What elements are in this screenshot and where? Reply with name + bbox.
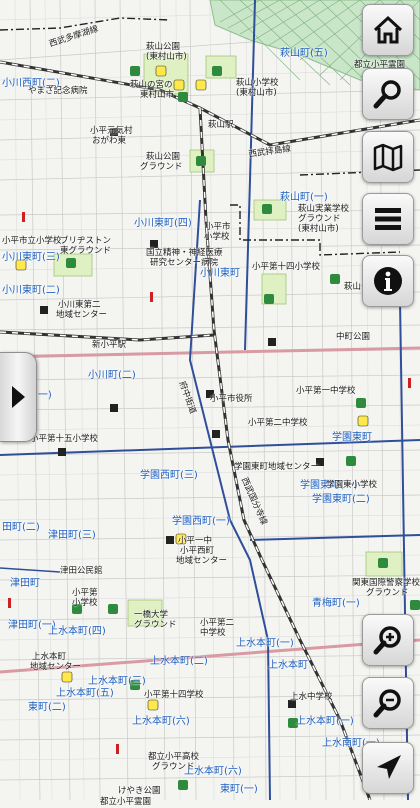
facility-label: 津田公民館 [60, 566, 103, 576]
district-label: 萩山町(五) [280, 48, 328, 59]
district-label: 東町(一) [220, 784, 258, 795]
facility-label: (東村山市) [298, 224, 339, 234]
facility-label: 上水中学校 [290, 692, 333, 702]
facility-label: 学園東町地域センター [234, 462, 320, 472]
facility-label: 地域センター [56, 310, 108, 320]
home-button[interactable] [362, 4, 414, 56]
facility-label: 東村山市 [140, 90, 175, 100]
facility-label: 地域センター [30, 662, 82, 672]
facility-label: グラウンド [140, 162, 183, 172]
district-label: 学園東町(二) [312, 494, 370, 505]
facility-label: 中町公園 [336, 332, 371, 342]
district-label: 小川町(二) [88, 370, 136, 381]
district-label: 萩山町(一) [280, 192, 328, 203]
info-button[interactable] [362, 255, 414, 307]
facility-label: グラウンド [134, 620, 177, 630]
district-label: 上水本町(一) [236, 638, 294, 649]
district-label: 上水本町(三) [88, 676, 146, 687]
facility-label: 都立小平霊園 [100, 797, 152, 807]
district-label: 上水本町(五) [56, 688, 114, 699]
facility-label: 小平市役所 [210, 394, 253, 404]
drawer-toggle-button[interactable] [0, 352, 37, 442]
facility-label: 小学校 [72, 598, 98, 608]
facility-label: グラウンド [152, 762, 195, 772]
district-label: 学園東町 [332, 432, 372, 443]
facility-label: 小平第十四小学校 [252, 262, 321, 272]
list-icon [375, 208, 401, 230]
zoom-out-icon [373, 689, 401, 718]
facility-label: 萩山駅 [208, 120, 234, 130]
district-label: 小川東町(二) [2, 285, 60, 296]
facility-label: おがわ東 [92, 136, 127, 146]
zoom-in-button[interactable] [362, 614, 414, 666]
map-icon [373, 143, 403, 172]
facility-label: やまざ記念病院 [28, 86, 88, 96]
district-label: 小川東町 [200, 268, 240, 279]
search-button[interactable] [362, 68, 414, 120]
list-button[interactable] [362, 193, 414, 245]
district-label: 学園西町(一) [172, 516, 230, 527]
facility-label: (東村山市) [236, 88, 277, 98]
facility-label: 小学校 [204, 232, 230, 242]
facility-label: 東グラウンド [60, 246, 112, 256]
facility-label: (東村山市) [146, 52, 187, 62]
district-label: 小川東町(三) [2, 252, 60, 263]
locate-button[interactable] [362, 742, 414, 794]
search-icon [373, 80, 401, 109]
zoom-in-icon [373, 626, 401, 655]
facility-label: 小平第十四学校 [144, 690, 204, 700]
zoom-out-button[interactable] [362, 677, 414, 729]
locate-icon [377, 755, 401, 779]
info-icon [374, 267, 402, 295]
district-label: 津田町(三) [48, 530, 96, 541]
facility-label: 新小平駅 [92, 340, 127, 350]
district-label: 津田町 [10, 578, 40, 589]
facility-label: 小平第二中学校 [248, 418, 308, 428]
home-icon [373, 15, 403, 44]
district-label: 上水本町(二) [150, 656, 208, 667]
district-label: 東町(二) [28, 702, 66, 713]
map-layers-button[interactable] [362, 131, 414, 183]
facility-label: 地域センター [176, 556, 228, 566]
district-label: 上水本町 [268, 660, 308, 671]
chevron-right-icon [12, 386, 25, 408]
facility-label: 小平市立小学校 [2, 236, 62, 246]
facility-label: 学園東小学校 [326, 480, 378, 490]
district-label: 学園西町(三) [140, 470, 198, 481]
district-label: 青梅町(一) [312, 598, 360, 609]
facility-label: 小平第十五小学校 [30, 434, 99, 444]
district-label: 小川東町(四) [134, 218, 192, 229]
facility-label: グラウンド [366, 588, 409, 598]
facility-label: 中学校 [200, 628, 226, 638]
facility-label: けやき公園 [118, 786, 161, 796]
district-label: 上水本町(六) [132, 716, 190, 727]
facility-label: 小平第一中学校 [296, 386, 356, 396]
district-label: 上水本町(一) [296, 716, 354, 727]
facility-label: 研究センター病院 [150, 258, 219, 268]
district-label: 上水本町(四) [48, 626, 106, 637]
district-label: 田町(二) [2, 522, 40, 533]
